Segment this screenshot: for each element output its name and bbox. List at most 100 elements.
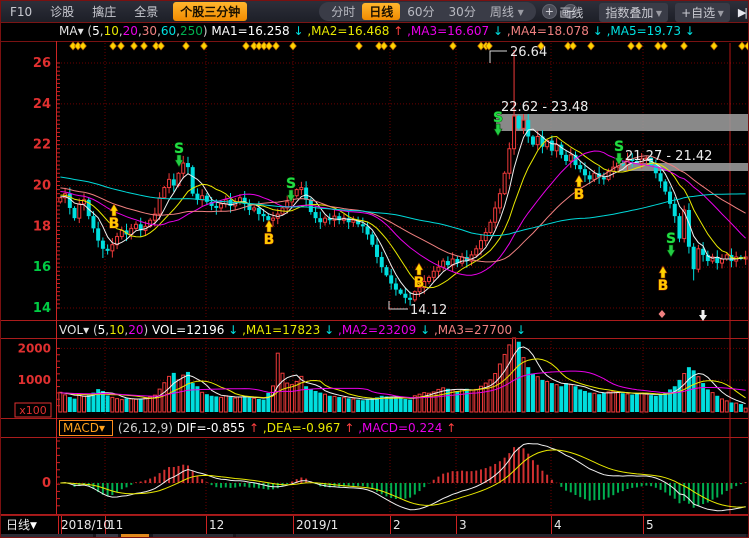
toolbar-item-zhishu-diejia[interactable]: 指数叠加 ▼ — [599, 3, 668, 22]
collapse-panel-icon[interactable]: ▶| — [738, 6, 746, 19]
legend-segment: ↓ — [593, 24, 603, 38]
date-tick — [643, 516, 644, 534]
date-label: 2 — [393, 516, 401, 534]
horizontal-scrollbar[interactable] — [1, 534, 749, 538]
legend-segment: ↓ — [516, 323, 526, 337]
svg-text:18: 18 — [33, 219, 51, 234]
down-arrow-icon: ▼ — [653, 9, 662, 18]
legend-segment: 5 — [92, 24, 100, 38]
legend-segment: ↑ — [446, 421, 456, 435]
scrollbar-segment — [236, 534, 746, 538]
svg-text:22.62 - 23.48: 22.62 - 23.48 — [501, 100, 588, 115]
svg-text:B: B — [414, 275, 425, 291]
scrollbar-segment — [153, 534, 233, 538]
legend-segment: ↑ — [344, 421, 354, 435]
tab-rixian[interactable]: 日线 — [362, 3, 400, 20]
date-label: 12 — [209, 516, 224, 534]
ma-legend-row: MA▾ (5,10,20,30,60,250) MA1=16.258 ↓ ,MA… — [1, 24, 749, 40]
toolbar-item-f10[interactable]: F10 — [10, 5, 32, 19]
legend-segment: ↓ — [420, 323, 430, 337]
svg-text:B: B — [658, 278, 669, 294]
toolbar-item-qinzhuang[interactable]: 擒庄 — [92, 3, 116, 20]
svg-text:x100: x100 — [19, 404, 47, 417]
date-label: 4 — [554, 516, 562, 534]
toolbar-right-group: 画线指数叠加 ▼ +自选 ▼ ▶| — [550, 1, 746, 23]
vol-indicator-selector[interactable]: VOL▾ — [59, 323, 93, 337]
svg-text:14.12: 14.12 — [410, 303, 447, 318]
legend-segment: ↓ — [293, 24, 303, 38]
legend-segment: ,MACD=0.224 — [354, 421, 446, 435]
scrollbar-segment — [1, 534, 93, 538]
svg-text:S: S — [493, 110, 503, 126]
legend-segment: ↓ — [324, 323, 334, 337]
chart-canvas[interactable]: 2624222018161420001000x100026.6414.1222.… — [1, 1, 749, 538]
legend-segment: ,MA4=18.078 — [503, 24, 593, 38]
macd-legend-row: MACD▾ (26,12,9) DIF=-0.855 ↑ ,DEA=-0.967… — [1, 421, 749, 436]
legend-segment: ,MA5=19.73 — [603, 24, 685, 38]
tab-zhouxian[interactable]: 周线 ▼ — [483, 3, 531, 20]
date-tick — [206, 516, 207, 534]
legend-segment: MA1=16.258 — [211, 24, 293, 38]
legend-segment: ,MA2=23209 — [334, 323, 420, 337]
toolbar-item-gegu-sanfenzhong[interactable]: 个股三分钟 — [173, 2, 247, 21]
top-toolbar: F10诊股擒庄全景个股三分钟分时日线60分30分周线 ▼+−画线指数叠加 ▼+自… — [1, 1, 749, 23]
down-arrow-icon: ▼ — [715, 9, 724, 18]
toolbar-item-quanjing[interactable]: 全景 — [134, 3, 158, 20]
date-label: 5 — [646, 516, 654, 534]
legend-segment: 10 — [104, 24, 119, 38]
legend-segment: VOL=12196 — [152, 323, 228, 337]
svg-text:S: S — [666, 231, 676, 247]
legend-segment: 10 — [109, 323, 124, 337]
legend-segment: ,DEA=-0.967 — [259, 421, 344, 435]
svg-text:24: 24 — [33, 97, 51, 112]
macd-indicator-selector[interactable]: MACD▾ — [59, 420, 113, 436]
legend-segment: ,MA3=16.607 — [403, 24, 493, 38]
period-tab-group: 分时日线60分30分周线 ▼ — [319, 2, 536, 21]
date-axis: 日线▼ 2018/1011122019/12345 — [1, 515, 749, 534]
period-mode-label: 日线 — [6, 518, 30, 532]
svg-text:20: 20 — [33, 179, 51, 194]
toolbar-item-zhengu[interactable]: 诊股 — [50, 3, 74, 20]
svg-text:16: 16 — [33, 260, 51, 275]
ma-indicator-selector[interactable]: MA▾ — [59, 24, 87, 38]
vol-legend-row: VOL▾ (5,10,20) VOL=12196 ↓ ,MA1=17823 ↓ … — [1, 323, 749, 338]
date-tick — [551, 516, 552, 534]
svg-text:26: 26 — [33, 56, 51, 71]
svg-text:S: S — [614, 139, 624, 155]
legend-segment: ↑ — [393, 24, 403, 38]
date-tick — [456, 516, 457, 534]
legend-segment: ↓ — [228, 323, 238, 337]
legend-segment: ↑ — [249, 421, 259, 435]
svg-text:1000: 1000 — [18, 373, 51, 387]
svg-text:21.27 - 21.42: 21.27 - 21.42 — [625, 149, 712, 164]
svg-text:22: 22 — [33, 138, 51, 153]
legend-segment: ↓ — [493, 24, 503, 38]
legend-segment: ,MA1=17823 — [238, 323, 324, 337]
legend-segment: ,MA3=27700 — [430, 323, 516, 337]
svg-text:B: B — [574, 187, 585, 203]
legend-segment: DIF=-0.855 — [177, 421, 249, 435]
period-mode-button[interactable]: 日线▼ — [1, 516, 62, 534]
legend-segment: 60 — [161, 24, 176, 38]
legend-segment: 20 — [128, 323, 143, 337]
date-tick — [390, 516, 391, 534]
svg-text:14: 14 — [33, 301, 51, 316]
svg-text:S: S — [174, 141, 184, 157]
toolbar-item-jia-zixuan[interactable]: +自选 ▼ — [675, 3, 730, 22]
svg-text:0: 0 — [42, 476, 51, 491]
date-label: 11 — [108, 516, 123, 534]
tab-fenshi[interactable]: 分时 — [324, 3, 362, 20]
scrollbar-thumb[interactable] — [121, 534, 149, 538]
legend-segment: ) — [144, 323, 153, 337]
date-tick — [293, 516, 294, 534]
legend-segment: 20 — [123, 24, 138, 38]
legend-segment: 250 — [180, 24, 203, 38]
tab-60min[interactable]: 60分 — [400, 3, 441, 20]
legend-segment: ,MA2=16.468 — [304, 24, 394, 38]
down-arrow-icon: ▼ — [30, 521, 37, 531]
legend-segment: ↓ — [685, 24, 695, 38]
tab-30min[interactable]: 30分 — [442, 3, 483, 20]
scrollbar-segment — [96, 534, 118, 538]
toolbar-item-huaxian[interactable]: 画线 — [559, 4, 583, 21]
svg-text:B: B — [264, 232, 275, 248]
